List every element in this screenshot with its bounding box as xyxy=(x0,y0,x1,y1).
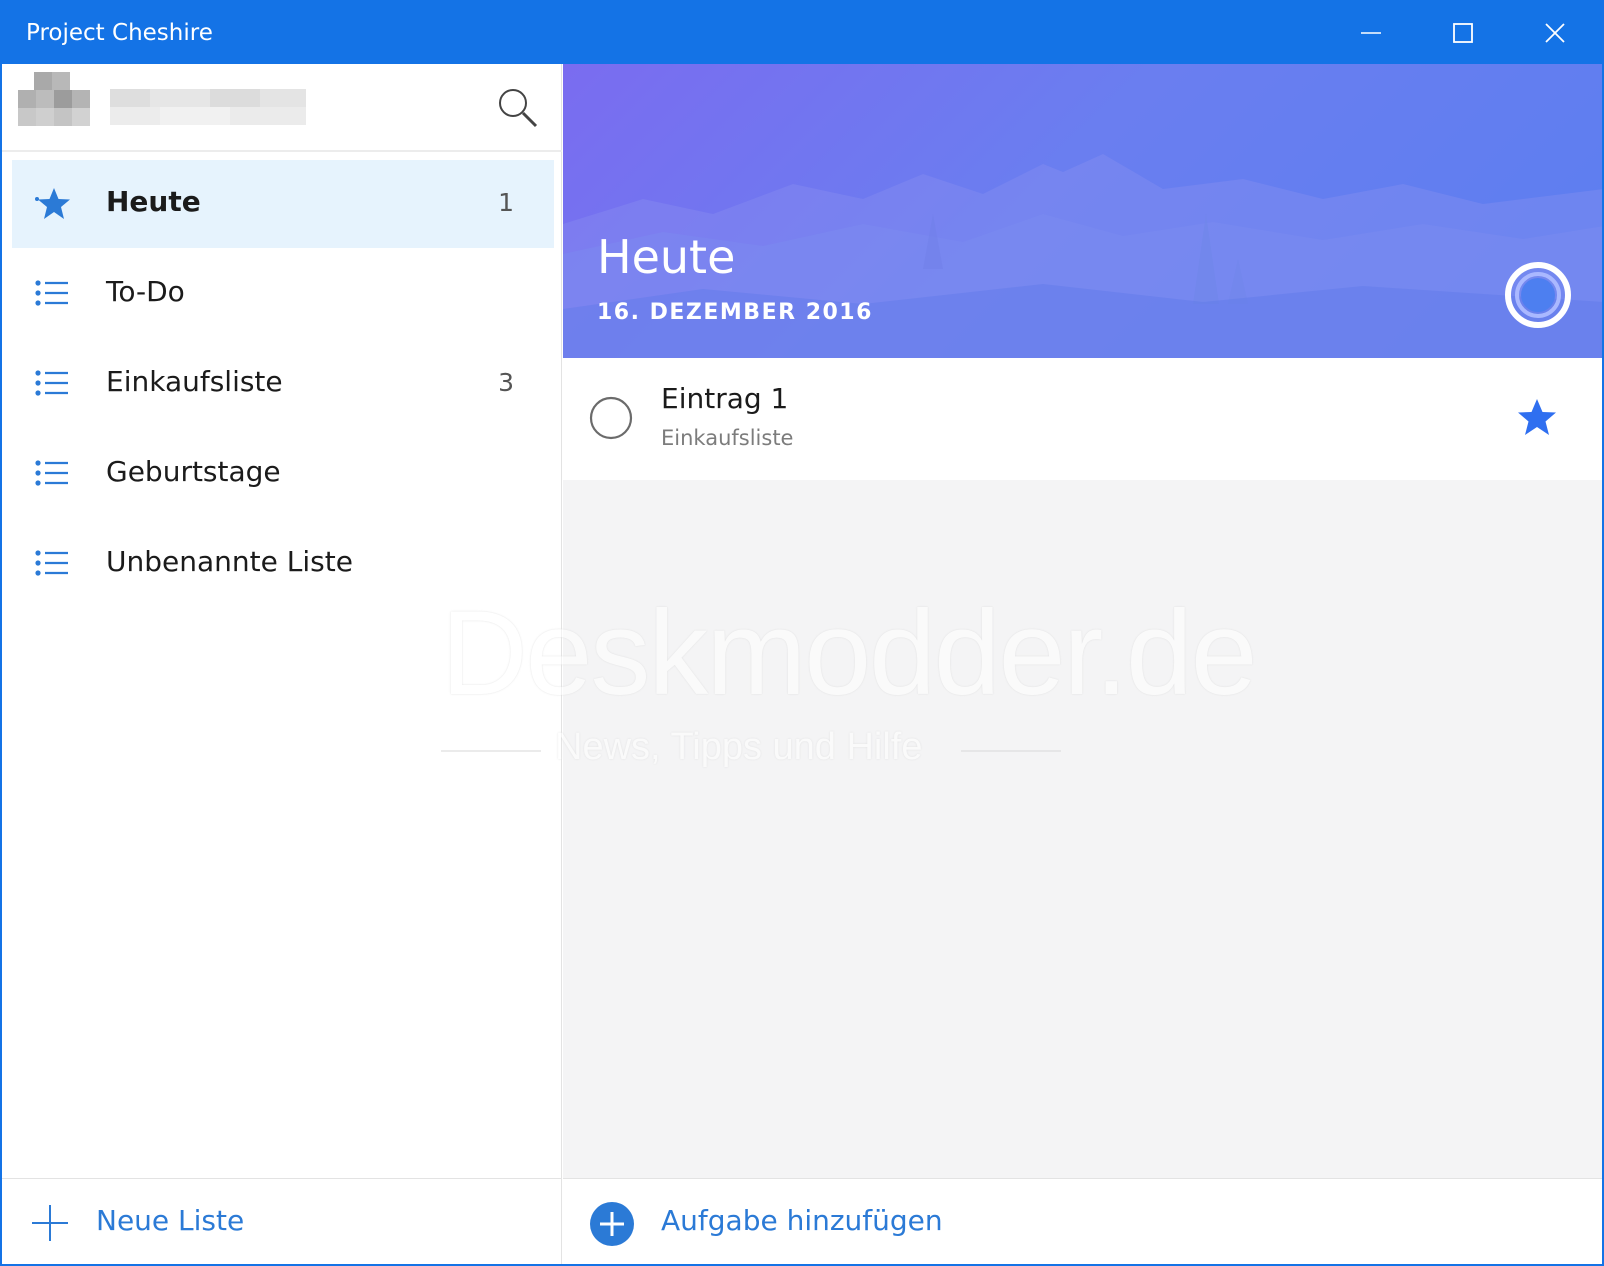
sidebar: Heute 1 To-Do Einkaufsliste 3 Geburtstag… xyxy=(2,64,562,1264)
cortana-button[interactable] xyxy=(1503,260,1573,330)
maximize-icon xyxy=(1453,23,1473,43)
sidebar-item-label: To-Do xyxy=(106,275,185,308)
close-button[interactable] xyxy=(1509,2,1601,64)
task-title: Eintrag 1 xyxy=(661,382,789,415)
list-icon xyxy=(35,550,68,576)
avatar[interactable] xyxy=(18,72,92,132)
minimize-icon xyxy=(1361,32,1381,34)
watermark-title: Deskmodder.de xyxy=(441,586,1257,720)
page-date: 16. DEZEMBER 2016 xyxy=(597,300,873,325)
sidebar-item-label: Einkaufsliste xyxy=(106,365,283,398)
task-row[interactable]: Eintrag 1 Einkaufsliste xyxy=(563,358,1602,480)
sidebar-item-unbenannte-liste[interactable]: Unbenannte Liste xyxy=(12,520,554,608)
sidebar-item-to-do[interactable]: To-Do xyxy=(12,250,554,338)
page-title: Heute xyxy=(597,230,736,284)
list-icon xyxy=(35,460,68,486)
list-icon xyxy=(35,370,68,396)
watermark-subtitle: News, Tipps und Hilfe xyxy=(555,726,923,768)
sidebar-item-label: Unbenannte Liste xyxy=(106,545,353,578)
watermark-divider xyxy=(961,750,1061,752)
hero-banner: Heute 16. DEZEMBER 2016 xyxy=(563,64,1602,358)
minimize-button[interactable] xyxy=(1325,2,1417,64)
star-icon xyxy=(35,188,70,219)
sidebar-item-geburtstage[interactable]: Geburtstage xyxy=(12,430,554,518)
add-circle-icon xyxy=(590,1202,634,1246)
plus-icon xyxy=(32,1205,68,1241)
task-list-name: Einkaufsliste xyxy=(661,426,794,450)
new-list-button[interactable]: Neue Liste xyxy=(2,1178,562,1264)
list-navigation: Heute 1 To-Do Einkaufsliste 3 Geburtstag… xyxy=(2,160,562,610)
task-checkbox[interactable] xyxy=(589,396,633,440)
add-task-label: Aufgabe hinzufügen xyxy=(661,1204,943,1237)
account-header[interactable] xyxy=(2,64,562,152)
sidebar-item-count: 3 xyxy=(498,368,514,397)
app-window: Project Cheshire Heute 1 To-Do Einkaufsl… xyxy=(0,0,1604,1266)
close-icon xyxy=(1545,23,1565,43)
new-list-label: Neue Liste xyxy=(96,1204,245,1237)
main-panel: Heute 16. DEZEMBER 2016 Eintrag 1 Einkau… xyxy=(441,64,1602,1264)
search-icon xyxy=(499,89,538,128)
maximize-button[interactable] xyxy=(1417,2,1509,64)
sidebar-item-label: Heute xyxy=(106,185,201,218)
title-bar[interactable]: Project Cheshire xyxy=(2,2,1602,64)
list-icon xyxy=(35,280,68,306)
sidebar-item-heute[interactable]: Heute 1 xyxy=(12,160,554,248)
add-task-button[interactable]: Aufgabe hinzufügen xyxy=(563,1178,1602,1264)
sidebar-item-einkaufsliste[interactable]: Einkaufsliste 3 xyxy=(12,340,554,428)
star-icon[interactable] xyxy=(1515,396,1559,440)
search-button[interactable] xyxy=(494,84,542,132)
sidebar-item-label: Geburtstage xyxy=(106,455,281,488)
account-name-redacted xyxy=(110,89,306,125)
cortana-icon xyxy=(1505,262,1571,328)
sidebar-item-count: 1 xyxy=(498,188,514,217)
window-title: Project Cheshire xyxy=(26,20,213,46)
